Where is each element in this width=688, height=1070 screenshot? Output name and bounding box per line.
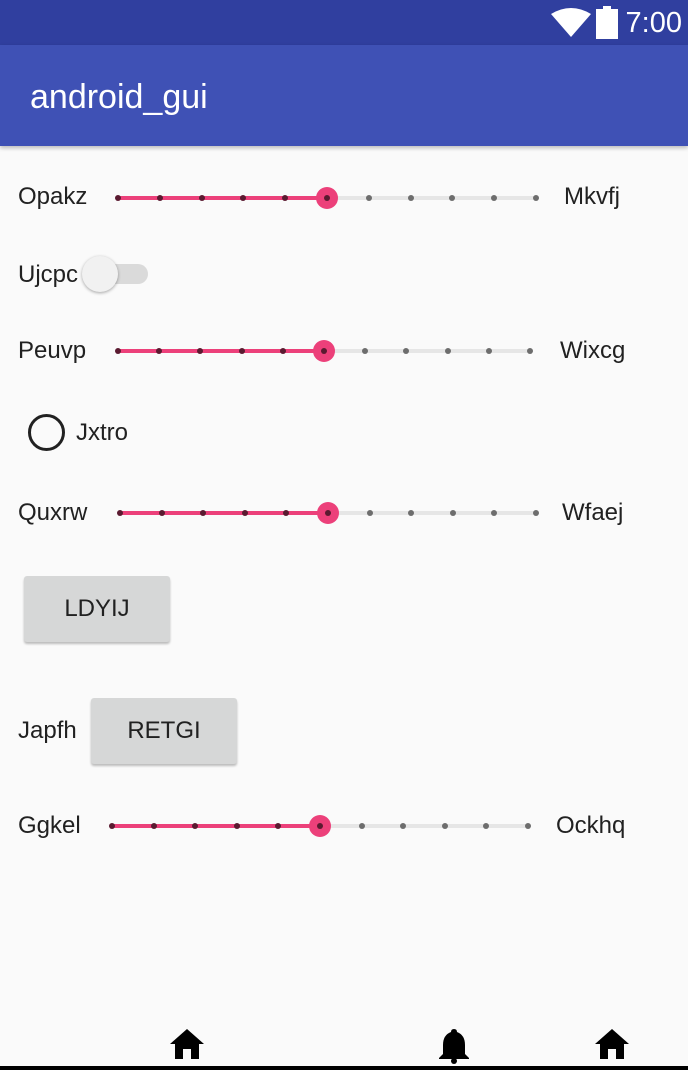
app-title: android_gui [30, 78, 208, 116]
seekbar-tick [400, 823, 407, 829]
seekbar-tick [403, 348, 410, 354]
seekbar-4[interactable] [109, 814, 531, 838]
seekbar-tick [156, 348, 163, 354]
seekbar-tick [109, 823, 115, 829]
seekbar-tick [156, 195, 163, 201]
seekbar-tick [115, 348, 121, 354]
seekbar-tick [533, 510, 539, 516]
seekbar-3[interactable] [117, 501, 539, 525]
radio-label[interactable]: Jxtro [76, 418, 128, 448]
seekbar-tick [525, 823, 531, 829]
seekbar-tick [282, 195, 289, 201]
seekbar-tick [117, 510, 123, 516]
seekbar-progress [118, 196, 327, 200]
seekbar-1-left-label: Opakz [18, 183, 88, 210]
status-bar: 7:00 [0, 0, 688, 45]
seekbar-thumb[interactable] [317, 502, 339, 524]
navigation-bar [0, 1020, 688, 1070]
seekbar-tick [407, 195, 414, 201]
seekbar-tick [441, 823, 448, 829]
seekbar-tick [365, 195, 372, 201]
seekbar-tick [115, 195, 121, 201]
seekbar-tick [197, 348, 204, 354]
seekbar-progress [120, 511, 328, 515]
home-icon[interactable] [594, 1028, 630, 1060]
seekbar-tick [150, 823, 157, 829]
seekbar-tick [192, 823, 199, 829]
seekbar-tick [198, 195, 205, 201]
seekbar-tick [358, 823, 365, 829]
seekbar-3-left-label: Quxrw [18, 499, 88, 526]
seekbar-tick [238, 348, 245, 354]
seekbar-tick [483, 823, 490, 829]
seekbar-2-right-label: Wixcg [560, 337, 626, 364]
seekbar-tick [366, 510, 373, 516]
wifi-icon [551, 8, 591, 37]
seekbar-tick [533, 195, 539, 201]
seekbar-tick [444, 348, 451, 354]
seekbar-tick [275, 823, 282, 829]
seekbar-tick [527, 348, 533, 354]
switch-thumb [82, 256, 118, 292]
seekbar-tick [449, 510, 456, 516]
app-bar: android_gui [0, 45, 688, 146]
seekbar-thumb[interactable] [309, 815, 331, 837]
seekbar-tick [283, 510, 290, 516]
retgi-button[interactable]: RETGI [91, 698, 237, 764]
seekbar-progress [118, 349, 324, 353]
seekbar-tick [233, 823, 240, 829]
seekbar-tick [491, 195, 498, 201]
seekbar-1-right-label: Mkvfj [564, 183, 620, 210]
seekbar-tick [241, 510, 248, 516]
seekbar-tick [491, 510, 498, 516]
seekbar-2-left-label: Peuvp [18, 337, 87, 364]
seekbar-2[interactable] [115, 339, 533, 363]
status-time: 7:00 [625, 7, 682, 39]
ldyij-button[interactable]: LDYIJ [24, 576, 170, 642]
seekbar-tick [240, 195, 247, 201]
seekbar-4-right-label: Ockhq [556, 812, 626, 839]
japfh-label: Japfh [18, 717, 77, 744]
seekbar-tick [362, 348, 369, 354]
seekbar-tick [408, 510, 415, 516]
seekbar-1[interactable] [115, 186, 539, 210]
ujcpc-switch[interactable] [82, 256, 148, 292]
bell-icon[interactable] [438, 1028, 470, 1064]
home-icon[interactable] [169, 1028, 205, 1060]
seekbar-progress [112, 824, 320, 828]
seekbar-tick [279, 348, 286, 354]
nav-bar-edge [0, 1066, 688, 1070]
jxtro-radio[interactable] [28, 414, 65, 451]
battery-icon [596, 6, 618, 39]
seekbar-3-right-label: Wfaej [562, 499, 624, 526]
seekbar-tick [158, 510, 165, 516]
seekbar-thumb[interactable] [316, 187, 338, 209]
switch-label: Ujcpc [18, 261, 79, 288]
seekbar-4-left-label: Ggkel [18, 812, 81, 839]
seekbar-tick [200, 510, 207, 516]
seekbar-tick [449, 195, 456, 201]
seekbar-tick [485, 348, 492, 354]
seekbar-thumb[interactable] [313, 340, 335, 362]
